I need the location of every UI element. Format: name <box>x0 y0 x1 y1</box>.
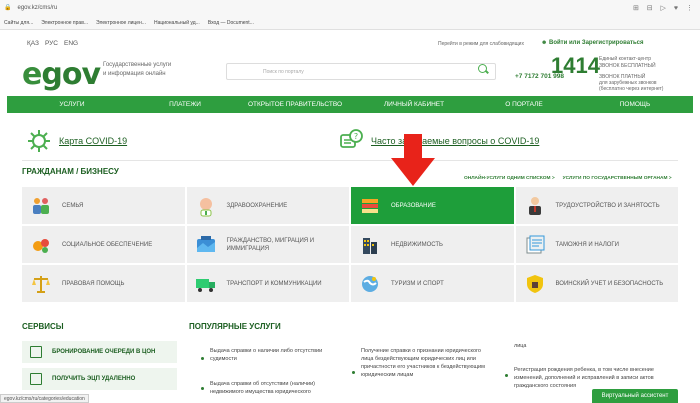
call-center-text: Единый контакт-центр ЗВОНОК БЕСПЛАТНЫЙ <box>599 56 656 69</box>
bookmarks-bar: Сайты для... Электронное прав... Электро… <box>0 16 700 30</box>
category-tourism[interactable]: ТУРИЗМ И СПОРТ <box>351 265 514 302</box>
top-strip: ҚАЗ РУС ENG Перейти в режим для слабовид… <box>0 37 700 51</box>
red-arrow-indicator <box>391 134 435 186</box>
tagline: Государственные услуги и информация онла… <box>103 62 172 77</box>
bookmark-item[interactable]: Вход — Document... <box>208 20 254 26</box>
online-services-list-link[interactable]: ОНЛАЙН-УСЛУГИ ОДНИМ СПИСКОМ > <box>464 176 555 181</box>
employment-icon <box>524 195 546 217</box>
nav-about[interactable]: О ПОРТАЛЕ <box>471 96 577 113</box>
category-realty[interactable]: НЕДВИЖИМОСТЬ <box>351 226 514 263</box>
category-social[interactable]: СОЦИАЛЬНОЕ ОБЕСПЕЧЕНИЕ <box>22 226 185 263</box>
category-migration[interactable]: ГРАЖДАНСТВО, МИГРАЦИЯ И ИММИГРАЦИЯ <box>186 226 349 263</box>
bookmark-item[interactable]: Сайты для... <box>4 20 33 26</box>
bullet <box>201 387 204 390</box>
paid-phone-number: +7 7172 701 998 <box>515 73 564 80</box>
nav-services[interactable]: УСЛУГИ <box>7 96 137 113</box>
category-family[interactable]: СЕМЬЯ <box>22 187 185 224</box>
bookmark-item[interactable]: Национальный уд... <box>154 20 200 26</box>
divider <box>22 160 678 161</box>
lock-icon: 🔒 <box>4 5 12 11</box>
popular-item[interactable]: Выдача справки о наличии либо отсутствии… <box>210 347 338 363</box>
military-icon <box>524 273 546 295</box>
social-icon <box>30 234 52 256</box>
truck-icon <box>195 273 217 295</box>
category-legal[interactable]: ПРАВОВАЯ ПОМОЩЬ <box>22 265 185 302</box>
popular-item[interactable]: Выдача справки об отсутствии (наличии) н… <box>210 380 338 396</box>
family-icon <box>30 195 52 217</box>
popular-item[interactable]: Получение справки о признании юридическо… <box>361 347 489 397</box>
category-grid: СЕМЬЯ ЗДРАВООХРАНЕНИЕ ОБРАЗОВАНИЕ ТРУДОУ… <box>22 187 678 302</box>
tourism-icon <box>359 273 381 295</box>
virtual-assistant-button[interactable]: Виртуальный ассистент <box>592 389 678 403</box>
lang-eng[interactable]: ENG <box>64 40 78 47</box>
citizens-business-title: ГРАЖДАНАМ / БИЗНЕСУ <box>22 167 119 176</box>
calendar-icon <box>30 346 42 358</box>
address-bar[interactable]: egov.kz/cms/ru <box>17 5 57 11</box>
nav-open-government[interactable]: ОТКРЫТОЕ ПРАВИТЕЛЬСТВО <box>233 96 357 113</box>
category-links: ОНЛАЙН-УСЛУГИ ОДНИМ СПИСКОМ > УСЛУГИ ПО … <box>464 176 672 181</box>
paid-phone-text: ЗВОНОК ПЛАТНЫЙ для зарубежных звонков (б… <box>599 74 664 92</box>
realty-icon <box>359 234 381 256</box>
services-title: СЕРВИСЫ <box>22 322 64 331</box>
category-education[interactable]: ОБРАЗОВАНИЕ <box>351 187 514 224</box>
popular-services-title: ПОПУЛЯРНЫЕ УСЛУГИ <box>189 322 281 331</box>
lang-kaz[interactable]: ҚАЗ <box>27 40 39 47</box>
search-icon[interactable] <box>478 64 487 73</box>
svg-text:?: ? <box>354 132 358 141</box>
category-transport[interactable]: ТРАНСПОРТ И КОММУНИКАЦИИ <box>186 265 349 302</box>
bookmark-item[interactable]: Электронное лицен... <box>96 20 146 26</box>
education-icon <box>359 195 381 217</box>
browser-toolbar: 🔒 egov.kz/cms/ru ⊞ ⊟ ▷ ♥ ⋮ <box>0 0 700 16</box>
user-icon: ☻ <box>541 40 548 46</box>
login-link[interactable]: ☻ Войти или Зарегистрироваться <box>541 40 644 46</box>
covid-map-block: Карта COVID-19 <box>25 126 127 156</box>
category-employment[interactable]: ТРУДОУСТРОЙСТВО И ЗАНЯТОСТЬ <box>515 187 678 224</box>
site-header: egov Государственные услуги и информация… <box>0 51 700 96</box>
covid-map-link[interactable]: Карта COVID-19 <box>59 136 127 146</box>
bullet <box>352 371 355 374</box>
search-input[interactable]: Поиск по порталу <box>226 63 496 80</box>
lang-rus[interactable]: РУС <box>45 40 58 47</box>
covid-faq-block: ? Часто задаваемые вопросы о COVID-19 <box>337 126 539 156</box>
category-customs[interactable]: ТАМОЖНЯ И НАЛОГИ <box>515 226 678 263</box>
nav-payments[interactable]: ПЛАТЕЖИ <box>137 96 233 113</box>
bookmark-item[interactable]: Электронное прав... <box>41 20 88 26</box>
category-military[interactable]: ВОИНСКИЙ УЧЕТ И БЕЗОПАСНОСТЬ <box>515 265 678 302</box>
nav-cabinet[interactable]: ЛИЧНЫЙ КАБИНЕТ <box>357 96 471 113</box>
migration-icon <box>195 234 217 256</box>
services-by-organ-link[interactable]: УСЛУГИ ПО ГОСУДАРСТВЕННЫМ ОРГАНАМ > <box>563 176 672 181</box>
service-get-eds[interactable]: ПОЛУЧИТЬ ЭЦП УДАЛЕННО <box>22 368 177 390</box>
question-chat-icon: ? <box>337 127 365 155</box>
category-health[interactable]: ЗДРАВООХРАНЕНИЕ <box>186 187 349 224</box>
main-nav: УСЛУГИ ПЛАТЕЖИ ОТКРЫТОЕ ПРАВИТЕЛЬСТВО ЛИ… <box>7 96 693 113</box>
health-icon <box>195 195 217 217</box>
nav-help[interactable]: ПОМОЩЬ <box>577 96 693 113</box>
service-queue-booking[interactable]: БРОНИРОВАНИЕ ОЧЕРЕДИ В ЦОН <box>22 341 177 363</box>
key-card-icon <box>30 373 42 385</box>
scales-icon <box>30 273 52 295</box>
popular-item[interactable]: лица <box>514 342 664 350</box>
virus-icon <box>25 127 53 155</box>
browser-actions[interactable]: ⊞ ⊟ ▷ ♥ ⋮ <box>633 4 696 12</box>
language-switcher: ҚАЗ РУС ENG <box>27 40 78 47</box>
egov-logo[interactable]: egov <box>22 57 101 92</box>
bullet <box>505 374 508 377</box>
accessibility-link[interactable]: Перейти в режим для слабовидящих <box>438 41 524 47</box>
status-bar-url: egov.kz/cms/ru/categories/education <box>0 394 89 403</box>
bullet <box>201 357 204 360</box>
customs-icon <box>524 234 546 256</box>
